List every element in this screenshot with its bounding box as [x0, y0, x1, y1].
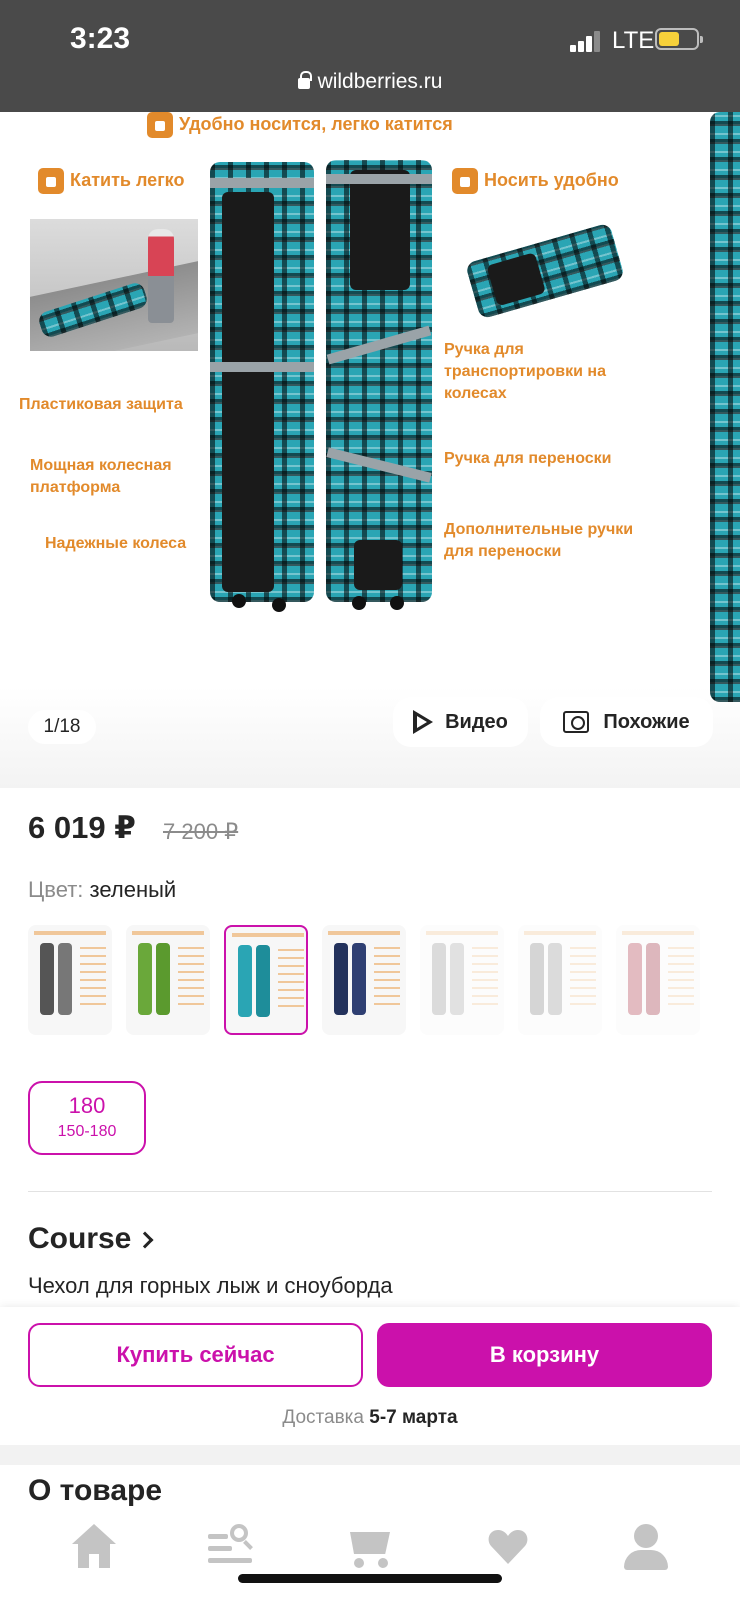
- callout-handle-wheels: Ручка для транспортировки на колесах: [444, 341, 606, 402]
- size-range: 150-180: [57, 1123, 117, 1140]
- home-indicator: [238, 1574, 502, 1583]
- current-price: 6 019 ₽: [28, 810, 136, 845]
- heart-icon[interactable]: [478, 1524, 538, 1576]
- old-price: 7 200 ₽: [163, 819, 239, 844]
- demo-photo: [30, 219, 198, 351]
- chevron-right-icon: [136, 1231, 154, 1249]
- brand-name: Course: [28, 1222, 132, 1255]
- buy-now-button[interactable]: Купить сейчас: [28, 1323, 363, 1387]
- bag-image-front: [326, 160, 432, 602]
- delivery-date: 5-7 марта: [369, 1407, 458, 1428]
- callout-carry-handle: Ручка для переноски: [444, 450, 612, 467]
- video-label: Видео: [445, 710, 508, 733]
- size-main: 180: [68, 1093, 106, 1118]
- profile-icon[interactable]: [616, 1524, 676, 1576]
- browser-header: 3:23 LTE wildberries.ru: [0, 0, 740, 112]
- callout-wheels: Надежные колеса: [45, 535, 187, 552]
- product-gallery[interactable]: Удобно носится, легко катится Катить лег…: [0, 112, 740, 788]
- promo-carry: Носить удобно: [452, 168, 619, 194]
- url-text: wildberries.ru: [317, 70, 443, 93]
- color-swatch-green[interactable]: [126, 925, 210, 1035]
- color-swatch-red[interactable]: [616, 925, 700, 1035]
- status-time: 3:23: [70, 22, 131, 55]
- size-option-selected[interactable]: 180 150-180: [28, 1081, 146, 1155]
- bag-image-back: [210, 162, 314, 602]
- color-swatches: [28, 925, 740, 1035]
- video-button[interactable]: Видео: [393, 697, 528, 747]
- similar-search-icon: [563, 711, 590, 733]
- thumbs-up-icon: [38, 168, 64, 194]
- color-swatch-silver[interactable]: [518, 925, 602, 1035]
- lock-icon: [297, 71, 312, 89]
- add-to-cart-button[interactable]: В корзину: [377, 1323, 712, 1387]
- callout-plastic: Пластиковая защита: [19, 396, 183, 413]
- similar-button[interactable]: Похожие: [540, 697, 713, 747]
- section-gap: [0, 1445, 740, 1465]
- thumbs-up-icon: [147, 112, 173, 138]
- divider: [28, 1191, 712, 1192]
- about-heading: О товаре: [28, 1474, 163, 1507]
- color-swatch-light-gray[interactable]: [420, 925, 504, 1035]
- cart-icon[interactable]: [340, 1524, 400, 1576]
- promo-roll: Катить легко: [38, 168, 184, 194]
- color-row: Цвет: зеленый: [28, 877, 176, 903]
- delivery-info: Доставка 5-7 марта: [0, 1407, 740, 1429]
- gallery-counter: 1/18: [28, 710, 96, 744]
- catalog-search-icon[interactable]: [202, 1524, 262, 1576]
- color-swatch-gray[interactable]: [28, 925, 112, 1035]
- signal-icon: [570, 30, 602, 52]
- similar-label: Похожие: [603, 710, 690, 733]
- callout-platform: Мощная колесная платформа: [30, 457, 172, 496]
- color-swatch-teal-selected[interactable]: [224, 925, 308, 1035]
- color-swatch-navy[interactable]: [322, 925, 406, 1035]
- battery-icon: [655, 28, 703, 50]
- url-bar[interactable]: wildberries.ru: [0, 70, 740, 94]
- bag-image-carried: [464, 222, 626, 320]
- next-image-preview: [710, 112, 740, 702]
- buy-panel: Купить сейчас В корзину Доставка 5-7 мар…: [0, 1307, 740, 1445]
- bottom-tab-bar: [0, 1508, 740, 1600]
- color-value: зеленый: [89, 877, 177, 902]
- network-type: LTE: [612, 27, 655, 54]
- promo-headline: Удобно носится, легко катится: [147, 112, 453, 138]
- bag-icon: [452, 168, 478, 194]
- product-name: Чехол для горных лыж и сноуборда: [28, 1273, 393, 1298]
- color-label: Цвет:: [28, 877, 84, 902]
- home-icon[interactable]: [64, 1524, 124, 1576]
- callout-extra-handles: Дополнительные ручки для переноски: [444, 521, 634, 560]
- delivery-label: Доставка: [282, 1407, 364, 1428]
- brand-link[interactable]: Course: [28, 1222, 154, 1256]
